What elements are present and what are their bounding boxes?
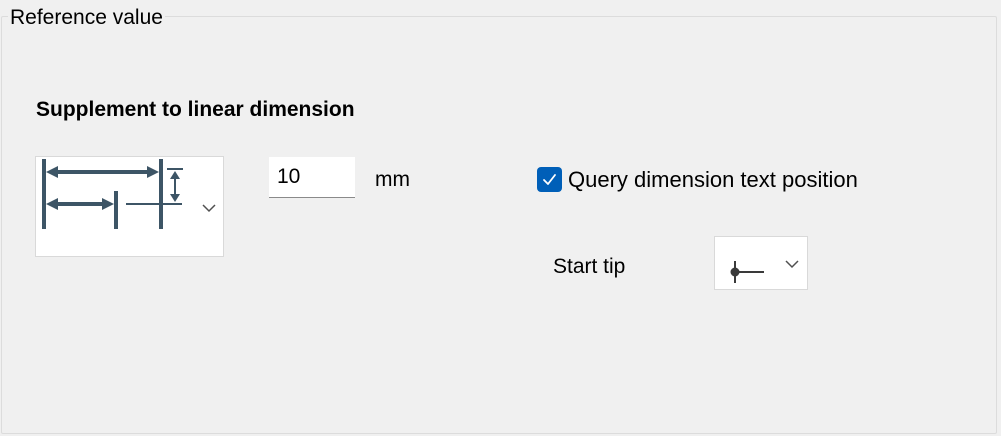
- dot-tip-icon: [730, 261, 764, 283]
- start-tip-dropdown[interactable]: [714, 236, 808, 290]
- offset-value-input[interactable]: [269, 157, 355, 198]
- group-title: Reference value: [8, 5, 165, 31]
- unit-label: mm: [375, 168, 410, 191]
- query-text-position-checkbox[interactable]: [537, 167, 562, 192]
- query-text-position-label[interactable]: Query dimension text position: [568, 166, 858, 194]
- linear-dimension-supplement-icon: [42, 159, 183, 229]
- section-heading: Supplement to linear dimension: [36, 98, 355, 121]
- dimension-type-dropdown[interactable]: [35, 156, 224, 257]
- chevron-down-icon: [785, 260, 799, 269]
- chevron-down-icon: [202, 204, 216, 213]
- checkmark-icon: [543, 174, 556, 185]
- start-tip-label: Start tip: [553, 255, 626, 278]
